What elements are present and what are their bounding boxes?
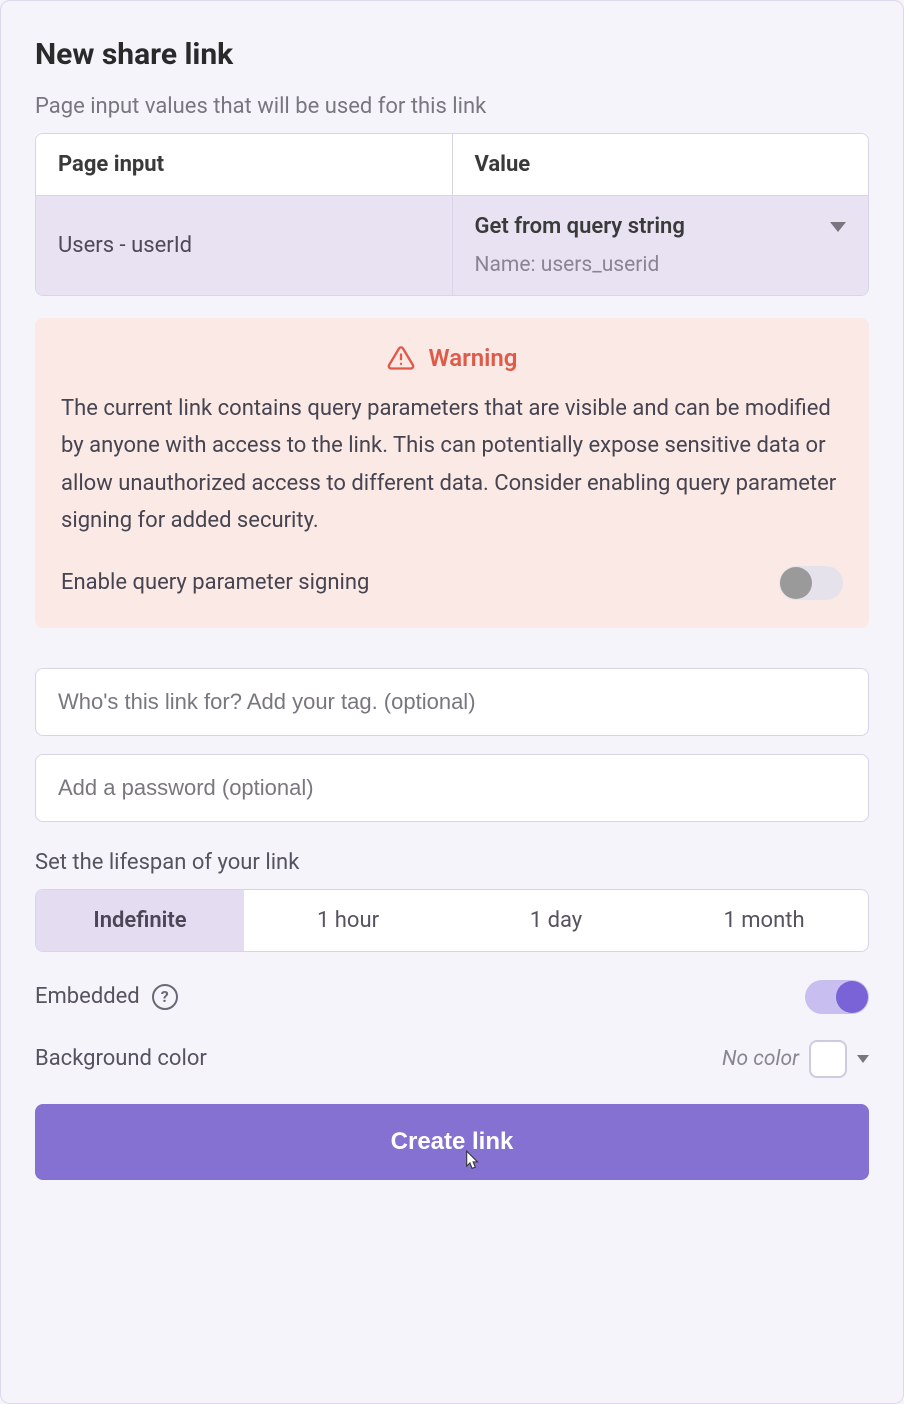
signing-toggle-row: Enable query parameter signing — [61, 566, 843, 600]
table-cell-value: Get from query string Name: users_userid — [452, 196, 869, 295]
warning-box: Warning The current link contains query … — [35, 318, 869, 628]
table-header-input: Page input — [36, 134, 452, 196]
panel-title: New share link — [35, 37, 869, 72]
embedded-label: Embedded — [35, 984, 140, 1009]
panel-subtitle: Page input values that will be used for … — [35, 94, 869, 119]
query-param-name: Name: users_userid — [475, 253, 847, 277]
chevron-down-icon — [857, 1055, 869, 1063]
table-header-value: Value — [452, 134, 869, 196]
cursor-pointer-icon — [458, 1149, 484, 1186]
toggle-knob — [780, 567, 812, 599]
lifespan-option[interactable]: Indefinite — [36, 890, 244, 951]
create-link-button[interactable]: Create link — [35, 1104, 869, 1180]
warning-body: The current link contains query paramete… — [61, 390, 843, 540]
bgcolor-label: Background color — [35, 1046, 207, 1071]
toggle-knob — [836, 981, 868, 1013]
lifespan-option[interactable]: 1 hour — [244, 890, 452, 951]
value-source-select[interactable]: Get from query string — [475, 214, 847, 239]
share-link-panel: New share link Page input values that wi… — [0, 0, 904, 1404]
lifespan-segmented: Indefinite1 hour1 day1 month — [35, 889, 869, 952]
embedded-row: Embedded ? — [35, 980, 869, 1014]
table-cell-input-name: Users - userId — [36, 196, 452, 295]
chevron-down-icon — [830, 222, 846, 232]
tag-input[interactable] — [35, 668, 869, 736]
lifespan-option[interactable]: 1 month — [660, 890, 868, 951]
signing-toggle[interactable] — [779, 566, 843, 600]
bgcolor-left: Background color — [35, 1046, 207, 1071]
help-icon[interactable]: ? — [152, 984, 178, 1010]
embedded-left: Embedded ? — [35, 984, 178, 1010]
signing-toggle-label: Enable query parameter signing — [61, 570, 369, 595]
lifespan-option[interactable]: 1 day — [452, 890, 660, 951]
page-input-table: Page input Value Users - userId Get from… — [35, 133, 869, 296]
warning-triangle-icon — [387, 344, 415, 372]
table-row: Users - userId Get from query string Nam… — [36, 196, 868, 295]
bgcolor-picker[interactable]: No color — [722, 1040, 869, 1078]
bgcolor-value-text: No color — [722, 1047, 799, 1071]
warning-title: Warning — [429, 344, 518, 372]
table-header-row: Page input Value — [36, 134, 868, 196]
value-source-selected: Get from query string — [475, 214, 685, 239]
embedded-toggle[interactable] — [805, 980, 869, 1014]
lifespan-label: Set the lifespan of your link — [35, 850, 869, 875]
create-link-label: Create link — [391, 1128, 514, 1155]
warning-header: Warning — [61, 344, 843, 372]
bgcolor-row: Background color No color — [35, 1040, 869, 1078]
password-input[interactable] — [35, 754, 869, 822]
bgcolor-swatch[interactable] — [809, 1040, 847, 1078]
